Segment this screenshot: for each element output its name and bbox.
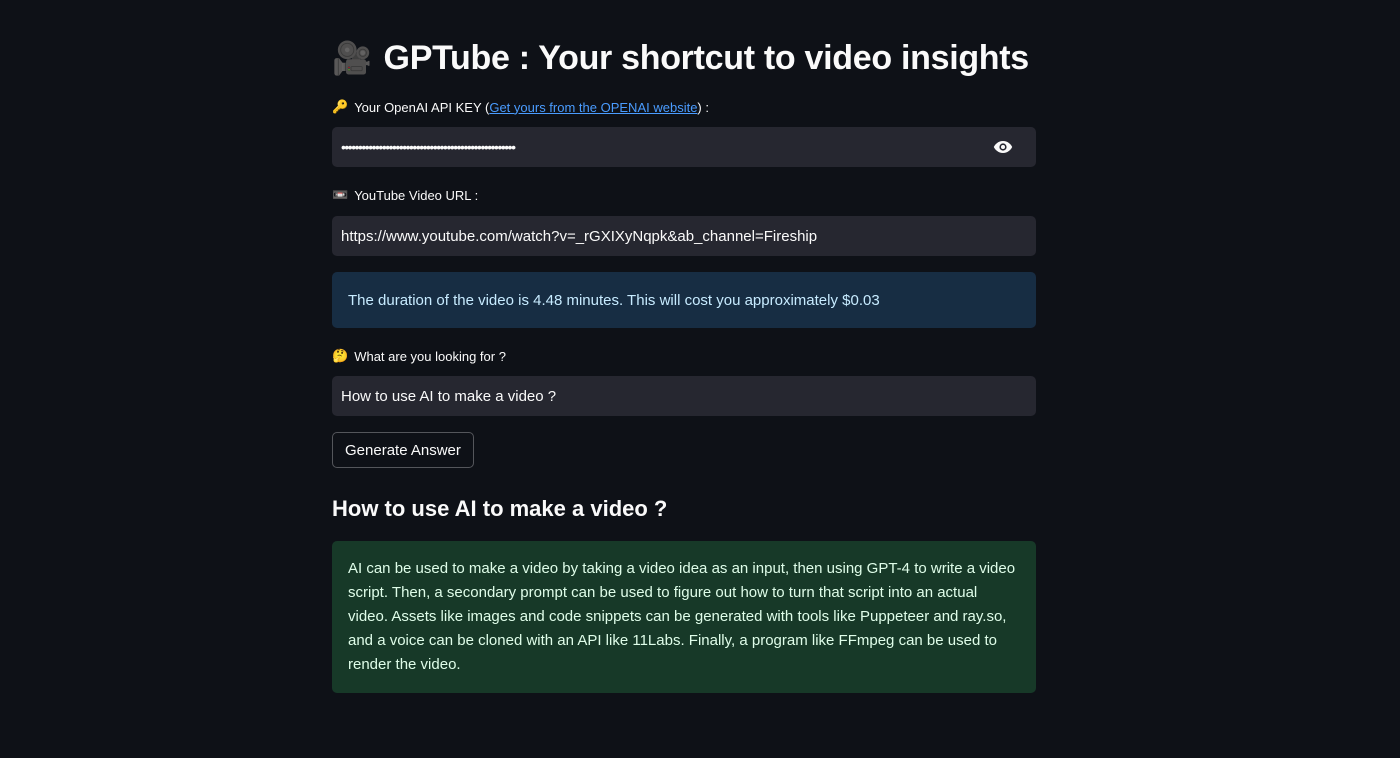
videocassette-icon: 📼 bbox=[332, 187, 349, 202]
eye-icon[interactable] bbox=[991, 135, 1015, 159]
query-input[interactable]: How to use AI to make a video ? bbox=[332, 376, 1036, 416]
video-url-label: 📼 YouTube Video URL : bbox=[332, 186, 478, 204]
api-key-label-suffix: ) : bbox=[697, 99, 709, 115]
video-url-label-text: YouTube Video URL : bbox=[354, 187, 479, 203]
video-url-value: https://www.youtube.com/watch?v=_rGXIXyN… bbox=[341, 227, 818, 245]
api-key-input[interactable]: ••••••••••••••••••••••••••••••••••••••••… bbox=[332, 127, 1036, 167]
answer-heading: How to use AI to make a video ? bbox=[332, 496, 668, 521]
api-key-label: 🔑 Your OpenAI API KEY (Get yours from th… bbox=[332, 98, 709, 116]
answer-box: AI can be used to make a video by taking… bbox=[332, 541, 1036, 693]
video-url-input[interactable]: https://www.youtube.com/watch?v=_rGXIXyN… bbox=[332, 216, 1036, 256]
api-key-value: ••••••••••••••••••••••••••••••••••••••••… bbox=[341, 139, 516, 155]
page-title-text: GPTube : Your shortcut to video insights bbox=[383, 38, 1030, 77]
key-icon: 🔑 bbox=[332, 99, 349, 114]
query-label-text: What are you looking for ? bbox=[354, 348, 506, 364]
cost-info-text: The duration of the video is 4.48 minute… bbox=[348, 291, 880, 309]
openai-website-link[interactable]: Get yours from the OPENAI website bbox=[489, 100, 697, 115]
page-title: 🎥 GPTube : Your shortcut to video insigh… bbox=[332, 36, 1029, 80]
answer-text: AI can be used to make a video by taking… bbox=[348, 560, 1016, 673]
movie-camera-icon: 🎥 bbox=[332, 40, 372, 76]
cost-info-alert: The duration of the video is 4.48 minute… bbox=[332, 272, 1036, 328]
query-value: How to use AI to make a video ? bbox=[341, 387, 557, 405]
query-label: 🤔 What are you looking for ? bbox=[332, 347, 506, 365]
thinking-face-icon: 🤔 bbox=[332, 348, 349, 363]
generate-answer-button[interactable]: Generate Answer bbox=[332, 432, 474, 468]
api-key-label-prefix: Your OpenAI API KEY ( bbox=[354, 99, 490, 115]
